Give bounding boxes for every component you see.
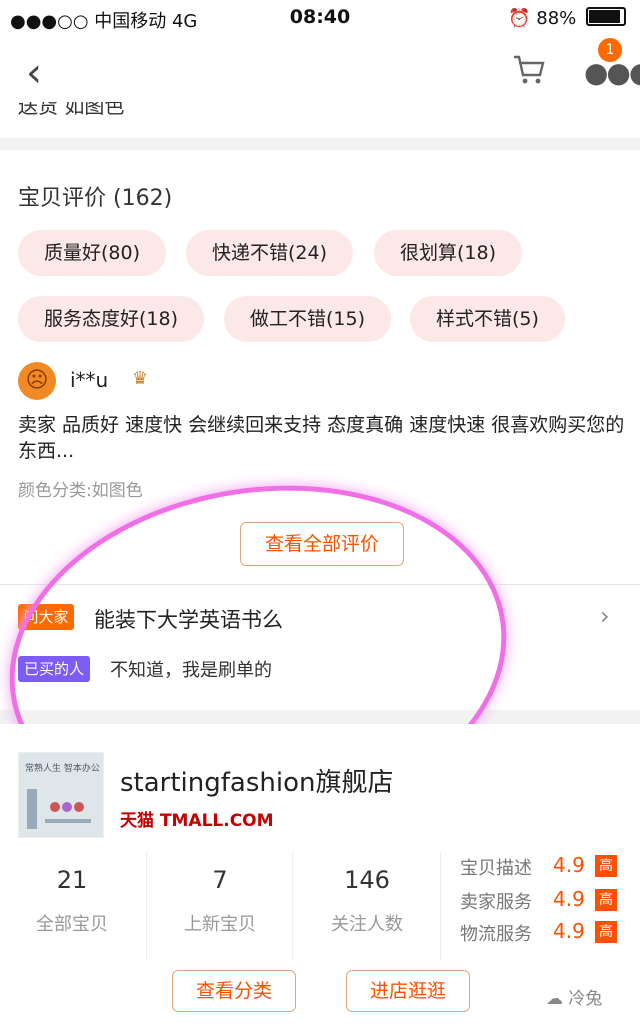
- stat-value: 21: [56, 866, 88, 894]
- score-value: 4.9: [553, 853, 585, 877]
- review-tag[interactable]: 质量好(80): [18, 230, 167, 276]
- shop-logo[interactable]: 常熟人生 智本办公: [18, 752, 104, 838]
- shop-name[interactable]: startingfashion旗舰店: [120, 762, 393, 799]
- crown-icon: ♛: [132, 368, 149, 389]
- reviewer-name: i**u: [70, 368, 109, 392]
- enter-shop-button[interactable]: 进店逛逛: [346, 970, 470, 1012]
- alarm-icon: ⏰: [508, 8, 531, 29]
- shop-section: 常熟人生 智本办公 startingfashion旗舰店 天猫 TMALL.CO…: [0, 724, 640, 1032]
- wechat-icon: ☁: [546, 989, 563, 1009]
- notification-badge: 1: [598, 38, 622, 62]
- partial-row: 送货 如图色: [0, 102, 640, 138]
- battery-status: ⏰ 88%: [508, 7, 626, 29]
- review-tag[interactable]: 很划算(18): [374, 230, 523, 276]
- stat-value: 146: [344, 866, 390, 894]
- battery-icon: [586, 7, 626, 26]
- score-level-badge: 高: [595, 889, 617, 911]
- cart-icon[interactable]: [512, 54, 546, 94]
- review-tag[interactable]: 做工不错(15): [224, 296, 392, 342]
- stat-label[interactable]: 上新宝贝: [150, 910, 290, 936]
- review-tag[interactable]: 样式不错(5): [410, 296, 565, 342]
- stat-label[interactable]: 全部宝贝: [2, 910, 142, 936]
- review-title: 宝贝评价 (162): [18, 186, 173, 211]
- score-value: 4.9: [553, 919, 585, 943]
- stat-value: 7: [212, 866, 228, 894]
- tmall-logo: 天猫 TMALL.COM: [120, 811, 274, 831]
- score-label: 卖家服务: [460, 892, 532, 913]
- score-level-badge: 高: [595, 855, 617, 877]
- divider: [292, 852, 293, 960]
- review-color-class: 颜色分类:如图色: [18, 481, 143, 501]
- score-value: 4.9: [553, 887, 585, 911]
- score-label: 物流服务: [460, 924, 532, 945]
- score-level-badge: 高: [595, 921, 617, 943]
- review-tag[interactable]: 快递不错(24): [186, 230, 354, 276]
- review-tag[interactable]: 服务态度好(18): [18, 296, 205, 342]
- top-nav: ‹ ●●● 1: [0, 36, 640, 108]
- status-bar: ●●●○○ 中国移动 4G 08:40 ⏰ 88%: [0, 0, 640, 36]
- stat-label[interactable]: 关注人数: [297, 910, 437, 936]
- avatar: ☹: [18, 362, 56, 400]
- divider: [146, 852, 147, 960]
- view-categories-button[interactable]: 查看分类: [172, 970, 296, 1012]
- divider: [440, 852, 441, 960]
- back-icon[interactable]: ‹: [26, 50, 42, 96]
- score-label: 宝贝描述: [460, 858, 532, 879]
- review-text: 卖家 品质好 速度快 会继续回来支持 态度真确 速度快速 很喜欢购买您的东西..…: [18, 414, 625, 462]
- chevron-right-icon[interactable]: ›: [600, 602, 610, 630]
- battery-level: 88%: [536, 8, 577, 29]
- watermark: ☁ 冷兔: [546, 989, 603, 1009]
